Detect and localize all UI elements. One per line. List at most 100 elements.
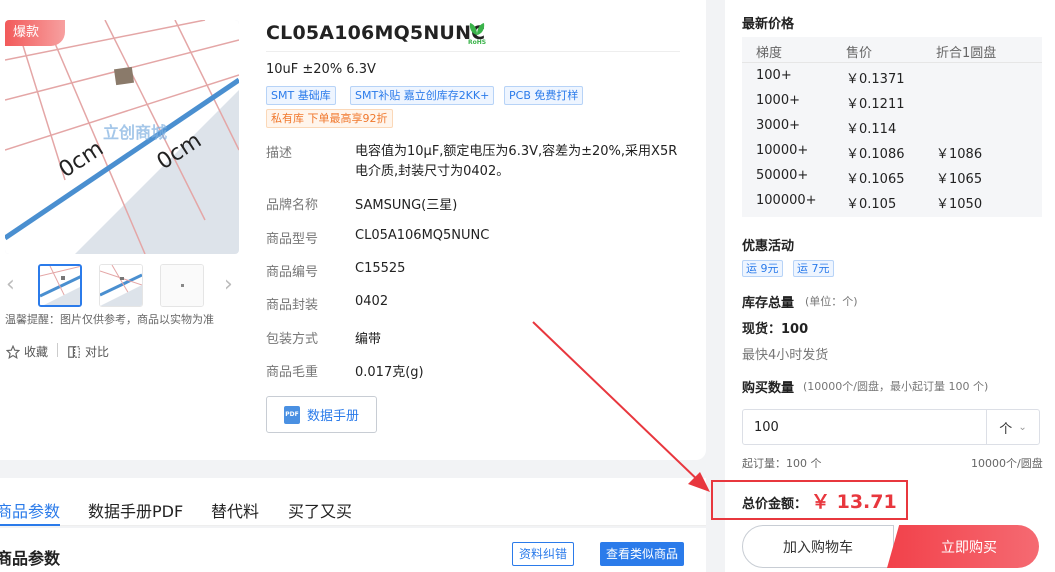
brand-value[interactable]: SAMSUNG(三星) [355,194,457,213]
detail-tab-bar: 商品参数 数据手册PDF 替代料 买了又买 [0,478,706,526]
tier-price: ￥0.1065 [846,172,905,187]
tab-also-bought[interactable]: 买了又买 [288,498,352,522]
params-section: 商品参数 资料纠错 查看类似商品 [0,528,706,572]
thumb-next-icon[interactable]: › [224,274,233,296]
stock-in-hand: 现货：100 [742,322,809,337]
compare-label: 对比 [85,345,110,359]
tier-qty: 10000+ [756,143,809,158]
qty-title: 购买数量 [742,381,795,396]
hot-badge: 爆款 [5,20,65,46]
stock-title: 库存总量 [742,296,795,311]
tab-alternatives[interactable]: 替代料 [211,498,259,522]
packing-value: 编带 [355,332,382,347]
tier-qty: 3000+ [756,118,800,133]
tab-params[interactable]: 商品参数 [0,498,60,522]
desc-value: 电容值为10μF,额定电压为6.3V,容差为±20%,采用X5R电介质,封装尺寸… [355,144,678,179]
product-main-image[interactable]: 立创商城 0cm 0cm [5,20,239,254]
thumbnail-3[interactable] [160,264,204,307]
package-label: 商品封装 [266,298,319,313]
tab-datasheet-pdf[interactable]: 数据手册PDF [88,498,183,522]
unit-select[interactable]: 个 ⌄ [986,410,1039,444]
header-price: 售价 [846,46,873,61]
tag-smt-subsidy[interactable]: SMT补贴 嘉立创库存2KK+ [350,86,495,105]
ship-time: 最快4小时发货 [742,348,829,363]
rohs-icon: RoHS [462,18,492,46]
tier-qty: 1000+ [756,93,800,108]
stock-unit: (单位：个) [805,295,858,308]
tier-reel: ￥1065 [936,172,983,187]
product-title: CL05A106MQ5NUNC [266,22,486,44]
report-error-button[interactable]: 资料纠错 [512,542,575,566]
divider [266,51,680,52]
price-title: 最新价格 [742,17,795,32]
compare-icon [68,345,80,358]
price-row: 10000+ ￥0.1086 ￥1086 [742,138,1042,163]
total-value: ￥ 13.71 [811,491,897,513]
thumb-prev-icon[interactable]: ‹ [6,274,15,296]
datasheet-button[interactable]: PDF 数据手册 [266,396,377,433]
buy-now-button[interactable]: 立即购买 [887,525,1039,568]
min-order: 起订量：100 个 [742,457,822,470]
price-row: 1000+ ￥0.1211 [742,88,1042,113]
datasheet-label: 数据手册 [306,409,359,424]
price-row: 3000+ ￥0.114 [742,113,1042,138]
price-row: 50000+ ￥0.1065 ￥1065 [742,163,1042,188]
thumbnail-2[interactable] [99,264,143,307]
tier-price: ￥0.1371 [846,72,905,87]
header-tier: 梯度 [756,46,783,61]
code-label: 商品编号 [266,265,319,280]
model-value: CL05A106MQ5NUNC [355,228,490,243]
view-similar-button[interactable]: 查看类似商品 [600,542,685,566]
code-value: C15525 [355,261,406,276]
desc-label: 描述 [266,146,293,161]
total-label: 总价金额： [742,497,808,512]
add-to-cart-button[interactable]: 加入购物车 [742,525,894,568]
per-reel: 10000个/圆盘 [971,457,1043,470]
packing-label: 包装方式 [266,332,319,347]
tier-price: ￥0.1086 [846,147,905,162]
thumbnail-1[interactable] [38,264,82,307]
image-watermark: 立创商城 [103,123,167,142]
chevron-down-icon: ⌄ [1018,421,1027,433]
active-tab-indicator [0,524,60,526]
price-row: 100000+ ￥0.105 ￥1050 [742,188,1042,213]
pdf-icon: PDF [283,405,300,424]
favorite-button[interactable]: 收藏 [6,343,48,360]
tier-qty: 100000+ [756,193,817,208]
params-title: 商品参数 [0,549,61,568]
weight-label: 商品毛重 [266,365,319,380]
tier-qty: 100+ [756,68,792,83]
tier-price: ￥0.114 [846,122,897,137]
tier-qty: 50000+ [756,168,809,183]
promo-tag-shipping-9[interactable]: 运 9元 [742,260,783,277]
qty-note: (10000个/圆盘，最小起订量 100 个) [803,380,989,393]
spec-summary: 10uF ±20% 6.3V [266,62,376,77]
price-row: 100+ ￥0.1371 [742,63,1042,88]
weight-value: 0.017克(g) [355,365,424,380]
favorite-label: 收藏 [24,345,49,359]
tag-pcb-free[interactable]: PCB 免费打样 [504,86,584,105]
compare-button[interactable]: 对比 [67,343,109,360]
tag-private-library[interactable]: 私有库 下单最高享92折 [266,109,393,128]
brand-label: 品牌名称 [266,198,319,213]
header-reel: 折合1圆盘 [936,46,997,61]
model-label: 商品型号 [266,232,319,247]
product-card: 立创商城 0cm 0cm 爆款 ‹ › 温馨提醒：图片仅供参考，商品以实物为准 … [0,0,706,460]
promo-title: 优惠活动 [742,239,795,254]
tier-price: ￥0.1211 [846,97,905,112]
purchase-panel: 最新价格 梯度 售价 折合1圆盘 100+ ￥0.1371 1000+ ￥0.121… [711,0,1055,572]
star-icon [6,344,20,359]
image-tip: 温馨提醒：图片仅供参考，商品以实物为准 [5,313,214,326]
divider [57,343,58,357]
unit-label: 个 [999,421,1013,437]
tier-reel: ￥1086 [936,147,983,162]
promo-tag-shipping-7[interactable]: 运 7元 [793,260,834,277]
quantity-field: 个 ⌄ [742,409,1040,445]
package-value: 0402 [355,294,389,309]
quantity-input[interactable] [743,410,986,444]
tier-reel: ￥1050 [936,197,983,212]
rohs-label: RoHS [468,39,486,46]
tag-smt-basic[interactable]: SMT 基础库 [266,86,336,105]
tier-price: ￥0.105 [846,197,897,212]
price-table-header: 梯度 售价 折合1圆盘 [742,37,1042,63]
